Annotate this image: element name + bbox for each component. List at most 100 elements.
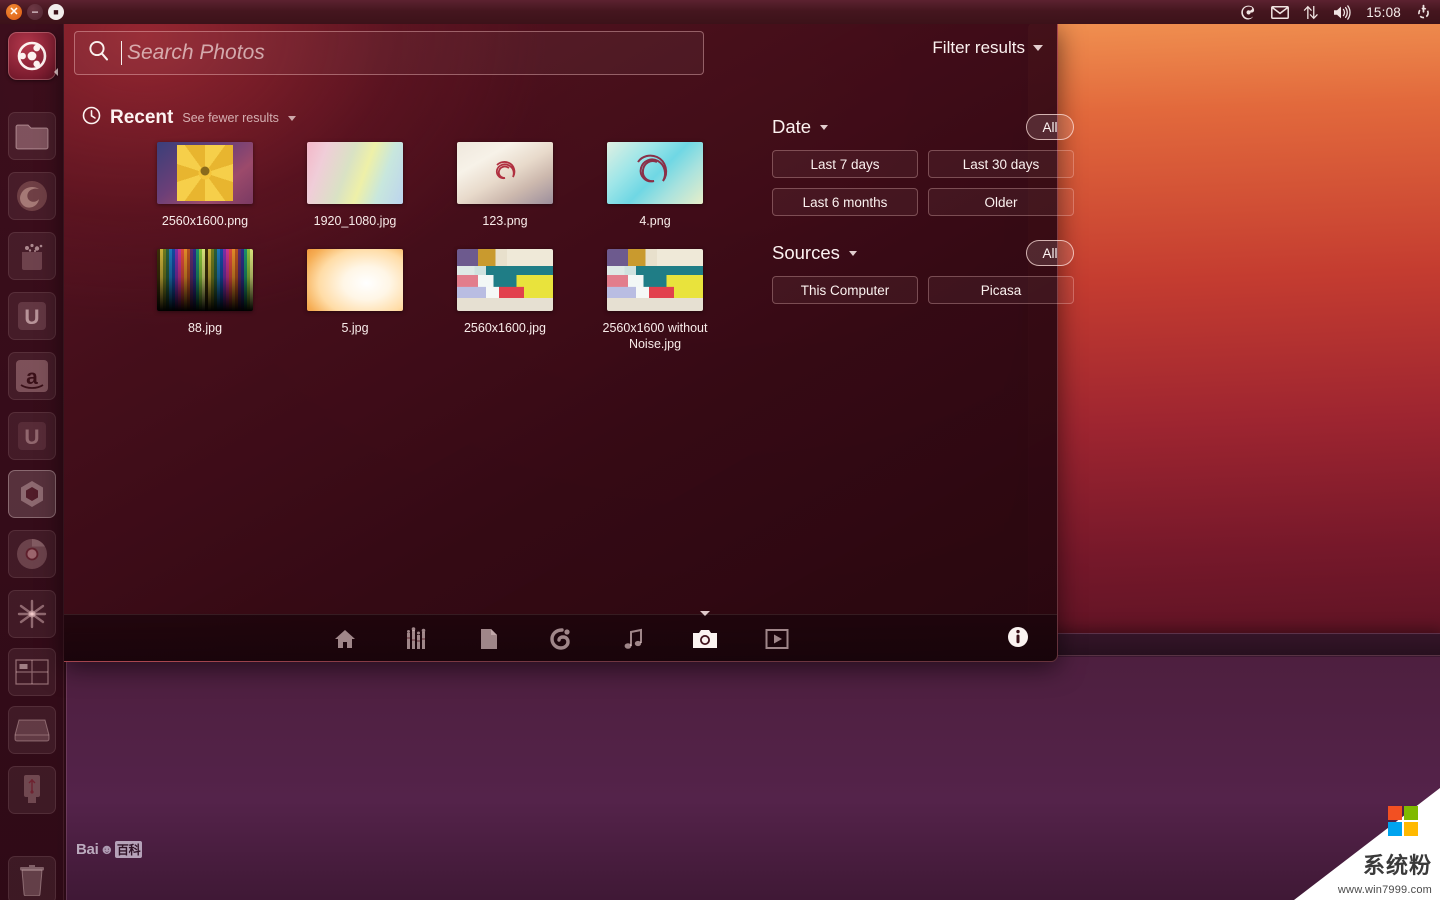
results-row-2: 88.jpg 5.jpg 2560x1600.jpg 2560x1600 wit…: [130, 249, 750, 352]
minimize-button[interactable]: −: [27, 4, 43, 20]
music-lens-icon[interactable]: [548, 626, 574, 652]
maximize-icon: ■: [48, 4, 64, 20]
network-icon[interactable]: [1303, 5, 1319, 20]
filter-date-title-row[interactable]: Date: [772, 116, 828, 138]
filter-option-last-6-months[interactable]: Last 6 months: [772, 188, 918, 216]
filter-date-all-button[interactable]: All: [1026, 114, 1074, 140]
svg-text:a: a: [26, 366, 38, 389]
mail-icon[interactable]: [1271, 6, 1289, 19]
maximize-button[interactable]: ■: [48, 4, 64, 20]
windows-logo-icon: [1388, 806, 1418, 836]
sidebar-item-software-center[interactable]: [8, 232, 56, 280]
sidebar-item-files[interactable]: [8, 112, 56, 160]
corner-watermark: 系统粉 www.win7999.com: [1294, 788, 1440, 900]
background-window-right[interactable]: [1028, 22, 1440, 662]
baidu-cn-text: 百科: [115, 841, 142, 858]
sidebar-item-firefox[interactable]: [8, 172, 56, 220]
filter-results-toggle[interactable]: Filter results: [932, 38, 1043, 58]
filter-date-title: Date: [772, 116, 811, 138]
sidebar-item-burst-app[interactable]: [8, 590, 56, 638]
baidu-brand-text: Bai: [76, 841, 98, 858]
power-icon[interactable]: [1415, 4, 1432, 21]
sidebar-item-chrome[interactable]: [8, 530, 56, 578]
result-item[interactable]: 5.jpg: [280, 249, 430, 352]
sidebar-item-ubuntu-one[interactable]: U: [8, 292, 56, 340]
close-button[interactable]: ✕: [6, 4, 22, 20]
baidu-watermark: Bai ☻ 百科: [76, 838, 142, 860]
filter-group-sources: Sources All This Computer Picasa: [772, 236, 1074, 304]
result-label: 123.png: [440, 213, 570, 229]
filter-option-this-computer[interactable]: This Computer: [772, 276, 918, 304]
sidebar-item-disk-drive[interactable]: [8, 706, 56, 754]
category-title: Recent: [110, 107, 173, 129]
svg-text:U: U: [24, 306, 39, 329]
result-thumbnail: [607, 142, 703, 204]
filter-option-picasa[interactable]: Picasa: [928, 276, 1074, 304]
result-thumbnail: [607, 249, 703, 311]
clock[interactable]: 15:08: [1366, 5, 1401, 20]
filter-sources-title: Sources: [772, 242, 840, 264]
filter-sources-all-button[interactable]: All: [1026, 240, 1074, 266]
result-item[interactable]: 88.jpg: [130, 249, 280, 352]
baidu-paw-icon: ☻: [99, 841, 113, 857]
info-button[interactable]: [1007, 626, 1029, 648]
category-chevron-down-icon[interactable]: [288, 116, 296, 121]
result-item[interactable]: 123.png: [430, 142, 580, 229]
result-thumbnail: [307, 249, 403, 311]
search-icon: [87, 39, 111, 68]
filter-results-label: Filter results: [932, 38, 1025, 58]
launcher-bfb-pip: [54, 68, 58, 76]
close-icon: ✕: [6, 4, 22, 20]
filter-group-date: Date All Last 7 days Last 30 days Last 6…: [772, 110, 1074, 216]
result-item[interactable]: 2560x1600 without Noise.jpg: [580, 249, 730, 352]
lens-icon-group: [64, 615, 1057, 662]
result-item[interactable]: 4.png: [580, 142, 730, 229]
filter-sources-options: This Computer Picasa: [772, 276, 1074, 304]
filter-sources-title-row[interactable]: Sources: [772, 242, 857, 264]
result-item[interactable]: 1920_1080.jpg: [280, 142, 430, 229]
top-panel: ✕ − ■: [0, 0, 1440, 24]
search-input[interactable]: Search Photos: [74, 31, 704, 75]
watermark-title: 系统粉: [1363, 848, 1432, 880]
unity-launcher: U a U: [0, 24, 64, 900]
see-fewer-results-link[interactable]: See fewer results: [182, 111, 279, 125]
lens-bar: [64, 614, 1057, 661]
system-tray: 15:08: [1240, 0, 1432, 24]
search-placeholder: Search Photos: [127, 41, 265, 65]
launcher-bfb-ubuntu-button[interactable]: [8, 32, 56, 80]
category-header: Recent See fewer results: [82, 106, 296, 130]
volume-icon[interactable]: [1333, 5, 1352, 20]
photos-lens-icon[interactable]: [692, 626, 718, 652]
search-text-area: Search Photos: [121, 41, 265, 65]
result-item[interactable]: 2560x1600.png: [130, 142, 280, 229]
filter-pane: Date All Last 7 days Last 30 days Last 6…: [772, 110, 1074, 312]
applications-lens-icon[interactable]: [404, 626, 430, 652]
files-lens-icon[interactable]: [476, 626, 502, 652]
sidebar-item-trash[interactable]: [8, 856, 56, 900]
filter-option-last-30-days[interactable]: Last 30 days: [928, 150, 1074, 178]
home-lens-icon[interactable]: [332, 626, 358, 652]
result-thumbnail: [157, 249, 253, 311]
sidebar-item-ubuntu-one-music[interactable]: U: [8, 412, 56, 460]
results-row-1: 2560x1600.png 1920_1080.jpg 123.png: [130, 142, 750, 229]
sidebar-item-amazon[interactable]: a: [8, 352, 56, 400]
background-window-bottom[interactable]: [66, 633, 1440, 900]
result-label: 4.png: [590, 213, 720, 229]
svg-text:U: U: [24, 426, 39, 449]
result-item[interactable]: 2560x1600.jpg: [430, 249, 580, 352]
audio-lens-icon[interactable]: [620, 626, 646, 652]
video-lens-icon[interactable]: [764, 626, 790, 652]
sidebar-item-workspace-switcher[interactable]: [8, 648, 56, 696]
filter-option-older[interactable]: Older: [928, 188, 1074, 216]
result-thumbnail: [157, 142, 253, 204]
shotwell-icon[interactable]: [1240, 4, 1257, 21]
sidebar-item-gem-app[interactable]: [8, 470, 56, 518]
filter-option-last-7-days[interactable]: Last 7 days: [772, 150, 918, 178]
screen: Bai ☻ 百科 ✕ − ■: [0, 0, 1440, 900]
result-label: 2560x1600 without Noise.jpg: [590, 320, 720, 352]
filter-group-header: Sources All: [772, 236, 1074, 270]
sidebar-item-usb-drive[interactable]: [8, 766, 56, 814]
result-thumbnail: [457, 142, 553, 204]
text-caret: [121, 41, 122, 65]
result-thumbnail: [307, 142, 403, 204]
